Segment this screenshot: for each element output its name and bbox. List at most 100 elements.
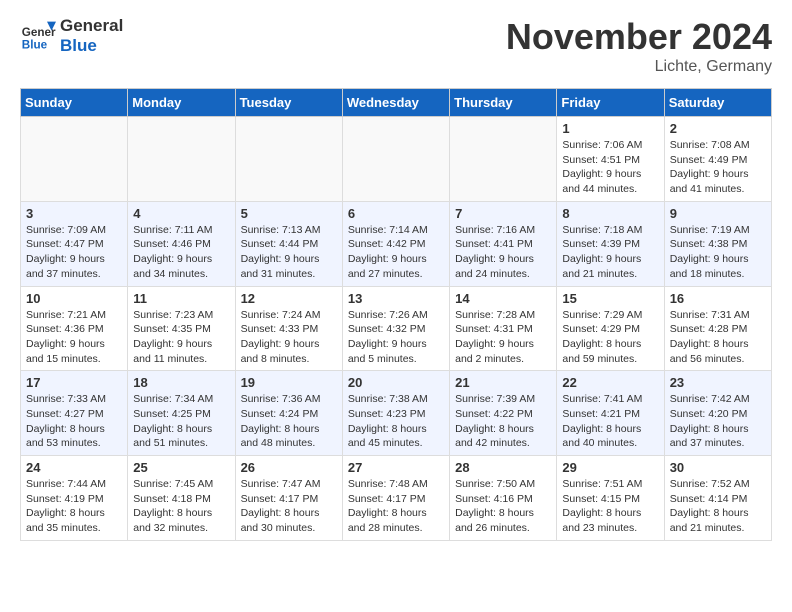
calendar-cell: 14 Sunrise: 7:28 AM Sunset: 4:31 PM Dayli… — [450, 286, 557, 371]
logo-icon: General Blue — [20, 18, 56, 54]
day-number: 29 — [562, 460, 658, 475]
calendar-cell — [21, 117, 128, 202]
calendar-cell: 27 Sunrise: 7:48 AM Sunset: 4:17 PM Dayli… — [342, 456, 449, 541]
title-block: November 2024 Lichte, Germany — [506, 16, 772, 76]
day-info: Sunrise: 7:08 AM Sunset: 4:49 PM Dayligh… — [670, 138, 766, 197]
day-info: Sunrise: 7:26 AM Sunset: 4:32 PM Dayligh… — [348, 308, 444, 367]
weekday-header: Thursday — [450, 89, 557, 117]
calendar-cell: 22Sunrise: 7:41 AM Sunset: 4:21 PM Dayli… — [557, 371, 664, 456]
day-info: Sunrise: 7:14 AM Sunset: 4:42 PM Dayligh… — [348, 223, 444, 282]
day-info: Sunrise: 7:24 AM Sunset: 4:33 PM Dayligh… — [241, 308, 337, 367]
day-info: Sunrise: 7:33 AM Sunset: 4:27 PM Dayligh… — [26, 392, 122, 451]
calendar-cell: 6 Sunrise: 7:14 AM Sunset: 4:42 PM Daylig… — [342, 201, 449, 286]
calendar-cell: 3Sunrise: 7:09 AM Sunset: 4:47 PM Daylig… — [21, 201, 128, 286]
day-info: Sunrise: 7:11 AM Sunset: 4:46 PM Dayligh… — [133, 223, 229, 282]
location: Lichte, Germany — [506, 58, 772, 76]
day-number: 8 — [562, 206, 658, 221]
day-number: 3 — [26, 206, 122, 221]
day-info: Sunrise: 7:31 AM Sunset: 4:28 PM Dayligh… — [670, 308, 766, 367]
day-info: Sunrise: 7:47 AM Sunset: 4:17 PM Dayligh… — [241, 477, 337, 536]
weekday-header: Friday — [557, 89, 664, 117]
logo-general: General — [60, 16, 123, 36]
calendar-table: SundayMondayTuesdayWednesdayThursdayFrid… — [20, 88, 772, 541]
day-number: 10 — [26, 291, 122, 306]
logo: General Blue General Blue — [20, 16, 123, 57]
day-number: 13 — [348, 291, 444, 306]
day-info: Sunrise: 7:41 AM Sunset: 4:21 PM Dayligh… — [562, 392, 658, 451]
svg-text:Blue: Blue — [22, 39, 48, 52]
day-number: 15 — [562, 291, 658, 306]
calendar-cell: 13 Sunrise: 7:26 AM Sunset: 4:32 PM Dayli… — [342, 286, 449, 371]
day-number: 20 — [348, 375, 444, 390]
calendar-cell: 2 Sunrise: 7:08 AM Sunset: 4:49 PM Daylig… — [664, 117, 771, 202]
day-number: 27 — [348, 460, 444, 475]
calendar-cell: 28 Sunrise: 7:50 AM Sunset: 4:16 PM Dayli… — [450, 456, 557, 541]
day-number: 16 — [670, 291, 766, 306]
day-number: 5 — [241, 206, 337, 221]
logo-blue: Blue — [60, 36, 123, 56]
day-info: Sunrise: 7:21 AM Sunset: 4:36 PM Dayligh… — [26, 308, 122, 367]
calendar-cell — [235, 117, 342, 202]
day-number: 11 — [133, 291, 229, 306]
calendar-cell: 30 Sunrise: 7:52 AM Sunset: 4:14 PM Dayli… — [664, 456, 771, 541]
calendar-cell: 15 Sunrise: 7:29 AM Sunset: 4:29 PM Dayli… — [557, 286, 664, 371]
day-info: Sunrise: 7:51 AM Sunset: 4:15 PM Dayligh… — [562, 477, 658, 536]
calendar-cell: 9 Sunrise: 7:19 AM Sunset: 4:38 PM Daylig… — [664, 201, 771, 286]
day-number: 25 — [133, 460, 229, 475]
calendar-header: SundayMondayTuesdayWednesdayThursdayFrid… — [21, 89, 772, 117]
weekday-header: Wednesday — [342, 89, 449, 117]
day-info: Sunrise: 7:29 AM Sunset: 4:29 PM Dayligh… — [562, 308, 658, 367]
weekday-header: Monday — [128, 89, 235, 117]
calendar-cell: 25Sunrise: 7:45 AM Sunset: 4:18 PM Dayli… — [128, 456, 235, 541]
day-number: 21 — [455, 375, 551, 390]
page-header: General Blue General Blue November 2024 … — [20, 16, 772, 76]
day-info: Sunrise: 7:16 AM Sunset: 4:41 PM Dayligh… — [455, 223, 551, 282]
day-number: 24 — [26, 460, 122, 475]
day-info: Sunrise: 7:50 AM Sunset: 4:16 PM Dayligh… — [455, 477, 551, 536]
day-number: 30 — [670, 460, 766, 475]
day-number: 26 — [241, 460, 337, 475]
calendar-cell: 19 Sunrise: 7:36 AM Sunset: 4:24 PM Dayli… — [235, 371, 342, 456]
day-info: Sunrise: 7:34 AM Sunset: 4:25 PM Dayligh… — [133, 392, 229, 451]
calendar-cell: 16 Sunrise: 7:31 AM Sunset: 4:28 PM Dayli… — [664, 286, 771, 371]
calendar-cell: 1 Sunrise: 7:06 AM Sunset: 4:51 PM Daylig… — [557, 117, 664, 202]
day-info: Sunrise: 7:23 AM Sunset: 4:35 PM Dayligh… — [133, 308, 229, 367]
day-number: 17 — [26, 375, 122, 390]
day-info: Sunrise: 7:42 AM Sunset: 4:20 PM Dayligh… — [670, 392, 766, 451]
day-number: 9 — [670, 206, 766, 221]
calendar-cell: 11 Sunrise: 7:23 AM Sunset: 4:35 PM Dayli… — [128, 286, 235, 371]
day-number: 28 — [455, 460, 551, 475]
day-info: Sunrise: 7:44 AM Sunset: 4:19 PM Dayligh… — [26, 477, 122, 536]
day-number: 1 — [562, 121, 658, 136]
weekday-header: Saturday — [664, 89, 771, 117]
calendar-cell: 8 Sunrise: 7:18 AM Sunset: 4:39 PM Daylig… — [557, 201, 664, 286]
day-number: 4 — [133, 206, 229, 221]
day-info: Sunrise: 7:19 AM Sunset: 4:38 PM Dayligh… — [670, 223, 766, 282]
day-info: Sunrise: 7:48 AM Sunset: 4:17 PM Dayligh… — [348, 477, 444, 536]
day-info: Sunrise: 7:38 AM Sunset: 4:23 PM Dayligh… — [348, 392, 444, 451]
calendar-cell: 17 Sunrise: 7:33 AM Sunset: 4:27 PM Dayli… — [21, 371, 128, 456]
calendar-cell: 23 Sunrise: 7:42 AM Sunset: 4:20 PM Dayli… — [664, 371, 771, 456]
day-number: 14 — [455, 291, 551, 306]
day-info: Sunrise: 7:52 AM Sunset: 4:14 PM Dayligh… — [670, 477, 766, 536]
calendar-cell — [342, 117, 449, 202]
calendar-cell: 10 Sunrise: 7:21 AM Sunset: 4:36 PM Dayli… — [21, 286, 128, 371]
day-number: 2 — [670, 121, 766, 136]
day-info: Sunrise: 7:18 AM Sunset: 4:39 PM Dayligh… — [562, 223, 658, 282]
weekday-header: Tuesday — [235, 89, 342, 117]
weekday-header: Sunday — [21, 89, 128, 117]
calendar-cell: 5Sunrise: 7:13 AM Sunset: 4:44 PM Daylig… — [235, 201, 342, 286]
day-number: 23 — [670, 375, 766, 390]
calendar-cell: 12Sunrise: 7:24 AM Sunset: 4:33 PM Dayli… — [235, 286, 342, 371]
day-info: Sunrise: 7:36 AM Sunset: 4:24 PM Dayligh… — [241, 392, 337, 451]
month-title: November 2024 — [506, 16, 772, 58]
day-number: 18 — [133, 375, 229, 390]
calendar-cell: 24 Sunrise: 7:44 AM Sunset: 4:19 PM Dayli… — [21, 456, 128, 541]
day-number: 7 — [455, 206, 551, 221]
day-info: Sunrise: 7:28 AM Sunset: 4:31 PM Dayligh… — [455, 308, 551, 367]
day-info: Sunrise: 7:06 AM Sunset: 4:51 PM Dayligh… — [562, 138, 658, 197]
day-number: 19 — [241, 375, 337, 390]
calendar-cell — [450, 117, 557, 202]
calendar-cell: 18 Sunrise: 7:34 AM Sunset: 4:25 PM Dayli… — [128, 371, 235, 456]
day-number: 6 — [348, 206, 444, 221]
